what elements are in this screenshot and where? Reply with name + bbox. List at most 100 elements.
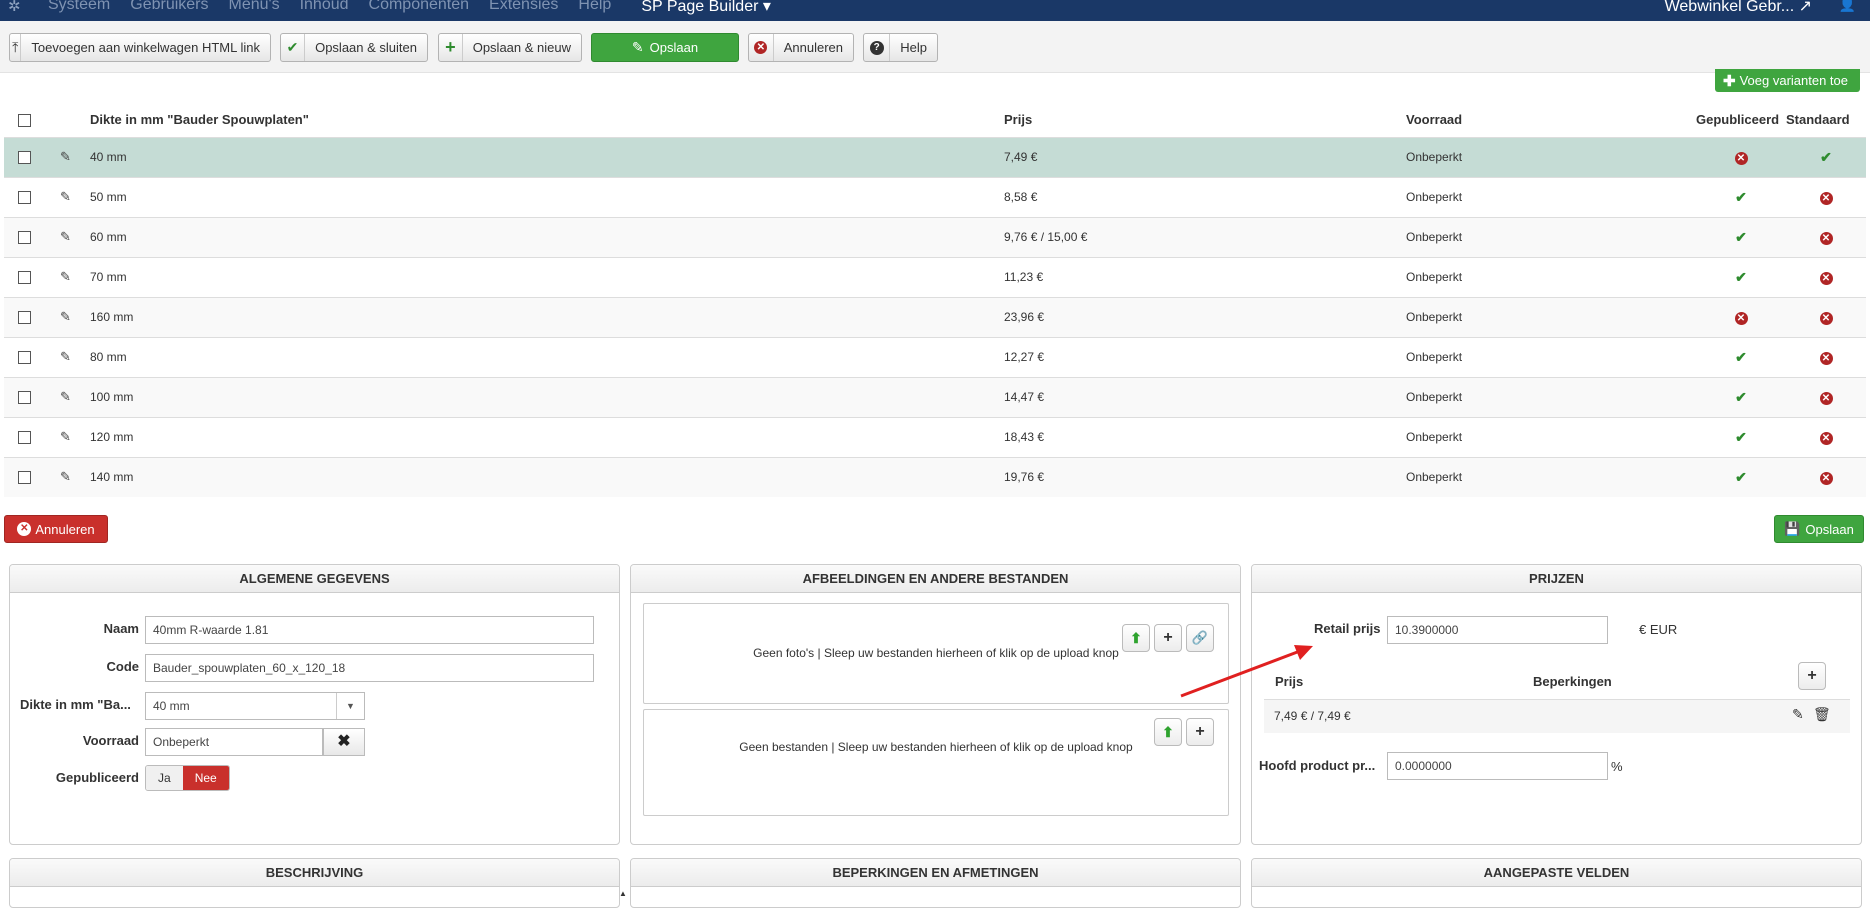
not-default-icon[interactable]: ✕ [1819,471,1833,485]
save-close-button[interactable]: ✔ Opslaan & sluiten [280,33,428,62]
row-checkbox[interactable] [18,191,31,205]
files-dropzone[interactable]: Geen bestanden | Sleep uw bestanden hier… [643,709,1229,816]
select-all-checkbox[interactable] [18,114,31,128]
upload-file-button[interactable]: ⬆ [1154,718,1182,746]
table-row[interactable]: ✎ 120 mm 18,43 € Onbeperkt ✔ ✕ [4,416,1866,457]
trash-icon[interactable]: 🗑 [1813,706,1831,723]
default-cell: ✕ [1786,456,1866,497]
add-variants-label: Voeg varianten toe [1739,73,1848,88]
check-icon[interactable]: ✔ [1735,349,1747,365]
table-row[interactable]: ✎ 60 mm 9,76 € / 15,00 € Onbeperkt ✔ ✕ [4,216,1866,257]
row-checkbox[interactable] [18,151,31,165]
unpublished-icon[interactable]: ✕ [1734,151,1748,165]
not-default-icon[interactable]: ✕ [1819,231,1833,245]
user-icon[interactable]: 👤 [1839,0,1856,13]
clear-voorraad-button[interactable]: ✖ [323,728,365,756]
voorraad-input[interactable]: Onbeperkt [145,728,323,756]
save-button[interactable]: ✎ Opslaan [591,33,739,62]
not-default-icon[interactable]: ✕ [1819,271,1833,285]
photo-dropzone[interactable]: Geen foto's | Sleep uw bestanden hierhee… [643,603,1229,704]
naam-input[interactable]: 40mm R-waarde 1.81 [145,616,594,644]
restrictions-panel: BEPERKINGEN EN AFMETINGEN [630,858,1241,908]
table-row[interactable]: ✎ 100 mm 14,47 € Onbeperkt ✔ ✕ [4,376,1866,417]
add-price-button[interactable]: + [1798,662,1826,690]
col-prijs[interactable]: Prijs [1004,103,1406,137]
row-checkbox[interactable] [18,471,31,485]
unpublished-icon[interactable]: ✕ [1734,311,1748,325]
row-checkbox[interactable] [18,431,31,445]
site-link[interactable]: Webwinkel Gebr... ↗ [1665,0,1812,16]
check-icon[interactable]: ✔ [1735,389,1747,405]
check-icon[interactable]: ✔ [1735,429,1747,445]
save-new-button[interactable]: + Opslaan & nieuw [438,33,582,62]
row-checkbox[interactable] [18,271,31,285]
row-checkbox[interactable] [18,231,31,245]
help-button[interactable]: ? Help [863,33,938,62]
published-no-button[interactable]: Nee [182,766,229,790]
table-row[interactable]: ✎ 70 mm 11,23 € Onbeperkt ✔ ✕ [4,256,1866,297]
not-default-icon[interactable]: ✕ [1819,431,1833,445]
cancel-button[interactable]: ✕ Annuleren [748,33,854,62]
retail-price-input[interactable]: 10.3900000 [1387,616,1608,644]
menu-sp-page-builder[interactable]: SP Page Builder ▾ [641,0,771,16]
code-input[interactable]: Bauder_spouwplaten_60_x_120_18 [145,654,594,682]
dikte-cell: 160 mm [90,296,1004,337]
pencil-icon[interactable]: ✎ [60,429,71,445]
pencil-icon[interactable]: ✎ [60,229,71,245]
default-cell: ✕ [1786,256,1866,297]
link-photo-button[interactable]: 🔗 [1186,624,1214,652]
col-dikte[interactable]: Dikte in mm "Bauder Spouwplaten" [90,103,1004,137]
not-default-icon[interactable]: ✕ [1819,351,1833,365]
table-row[interactable]: ✎ 140 mm 19,76 € Onbeperkt ✔ ✕ [4,456,1866,497]
default-cell: ✕ [1786,216,1866,257]
pencil-icon[interactable]: ✎ [60,269,71,285]
row-checkbox[interactable] [18,311,31,325]
not-default-icon[interactable]: ✕ [1819,311,1833,325]
menu-menus[interactable]: Menu's [229,0,280,16]
scroll-up-icon[interactable]: ▲ [619,889,628,898]
row-checkbox[interactable] [18,351,31,365]
pencil-icon[interactable]: ✎ [60,469,71,485]
menu-gebruikers[interactable]: Gebruikers [130,0,208,16]
description-panel-title: BESCHRIJVING [10,859,619,887]
add-file-button[interactable]: + [1186,718,1214,746]
published-yes-button[interactable]: Ja [146,766,183,790]
table-row[interactable]: ✎ 80 mm 12,27 € Onbeperkt ✔ ✕ [4,336,1866,377]
bottom-cancel-button[interactable]: ✕ Annuleren [4,515,108,543]
table-row[interactable]: ✎ 160 mm 23,96 € Onbeperkt ✕ ✕ [4,296,1866,337]
add-photo-button[interactable]: + [1154,624,1182,652]
joomla-logo-icon[interactable]: ✲ [8,0,28,16]
row-checkbox[interactable] [18,391,31,405]
col-voorraad[interactable]: Voorraad [1406,103,1696,137]
menu-systeem[interactable]: Systeem [48,0,110,16]
upload-photo-button[interactable]: ⬆ [1122,624,1150,652]
check-icon[interactable]: ✔ [1735,229,1747,245]
check-icon[interactable]: ✔ [1735,269,1747,285]
menu-help[interactable]: Help [578,0,611,16]
dikte-select[interactable]: 40 mm ▼ [145,692,365,720]
check-icon[interactable]: ✔ [1820,149,1832,165]
main-product-input[interactable]: 0.0000000 [1387,752,1608,780]
pencil-icon[interactable]: ✎ [60,149,71,165]
menu-inhoud[interactable]: Inhoud [300,0,349,16]
pencil-icon[interactable]: ✎ [60,349,71,365]
pencil-icon[interactable]: ✎ [60,189,71,205]
col-standaard[interactable]: Standaard [1786,103,1866,137]
pencil-icon[interactable]: ✎ [1792,706,1804,723]
pencil-icon[interactable]: ✎ [60,389,71,405]
check-icon[interactable]: ✔ [1735,469,1747,485]
menu-componenten[interactable]: Componenten [369,0,470,16]
not-default-icon[interactable]: ✕ [1819,191,1833,205]
bottom-save-button[interactable]: 💾 Opslaan [1774,515,1864,543]
no-files-text: Geen bestanden | Sleep uw bestanden hier… [739,740,1133,754]
not-default-icon[interactable]: ✕ [1819,391,1833,405]
check-icon[interactable]: ✔ [1735,189,1747,205]
col-gepubliceerd[interactable]: Gepubliceerd [1696,103,1786,137]
site-name: Webwinkel Gebr... [1664,0,1795,15]
pencil-icon[interactable]: ✎ [60,309,71,325]
add-cart-link-button[interactable]: ⤒ Toevoegen aan winkelwagen HTML link [9,33,271,62]
menu-extensies[interactable]: Extensies [489,0,558,16]
table-row[interactable]: ✎ 40 mm 7,49 € Onbeperkt ✕ ✔ [4,136,1866,177]
add-variants-button[interactable]: ✚ Voeg varianten toe [1715,69,1860,92]
table-row[interactable]: ✎ 50 mm 8,58 € Onbeperkt ✔ ✕ [4,176,1866,217]
